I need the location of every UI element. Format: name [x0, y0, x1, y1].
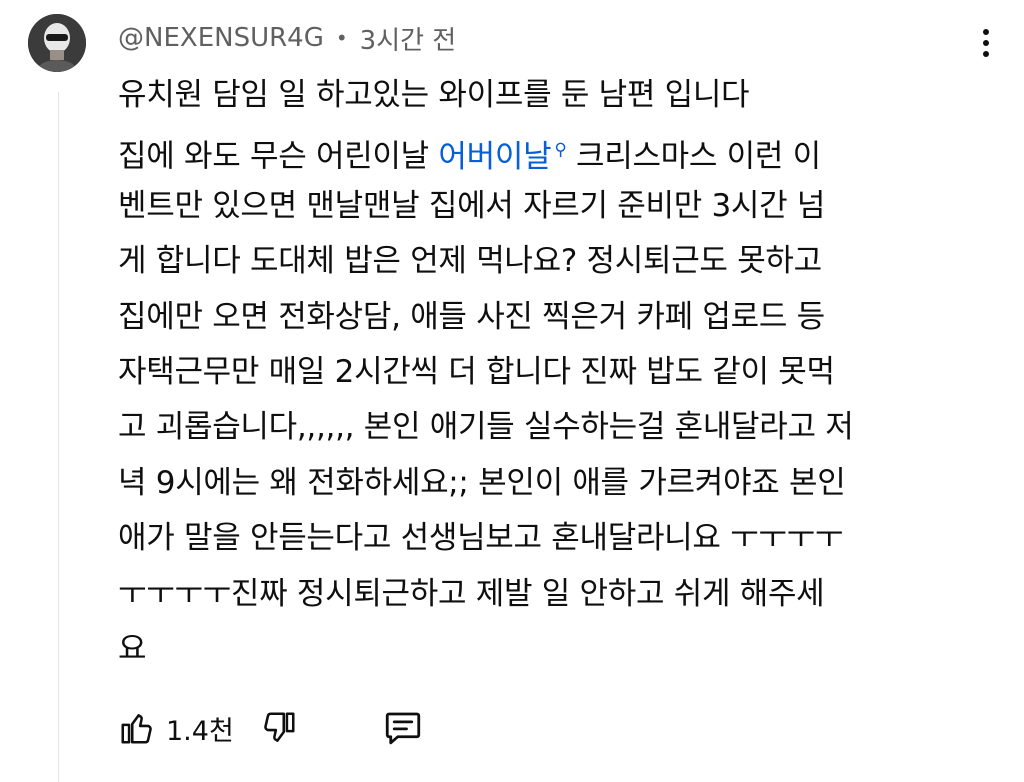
comment-line: 요 [118, 630, 147, 667]
more-vert-icon [983, 29, 989, 35]
comment-line: 게 합니다 도대체 밥은 언제 먹나요? 정시퇴근도 못하고 [118, 243, 822, 280]
comment-line: 녁 9시에는 왜 전화하세요;; 본인이 애를 가르켜야죠 본인 [118, 464, 846, 501]
comment-line: 집에만 오면 전화상담, 애들 사진 찍은거 카페 업로드 등 [118, 298, 825, 335]
more-vert-icon [983, 51, 989, 57]
thread-line [58, 92, 59, 782]
comment-line: 애가 말을 안듣는다고 선생님보고 혼내달라니요 ㅜㅜㅜㅜ [118, 520, 844, 557]
comment-line: ㅜㅜㅜㅜ진짜 정시퇴근하고 제발 일 안하고 쉬게 해주세 [118, 575, 825, 612]
thumbs-up-icon [121, 714, 152, 744]
reply-button[interactable] [382, 707, 424, 749]
search-icon: ⚲ [554, 140, 567, 161]
like-count: 1.4천 [166, 715, 234, 747]
comment-line: 유치원 담임 일 하고있는 와이프를 둔 남편 입니다 [118, 77, 750, 113]
comment-line: 고 괴롭습니다,,,,,, 본인 애기들 실수하는걸 혼내달라고 저 [118, 409, 854, 446]
author-name[interactable]: @NEXENSUR4G [118, 23, 324, 53]
thumbs-down-icon [263, 712, 295, 742]
comment-header: @NEXENSUR4G • 3시간 전 [118, 18, 456, 58]
comment-line: 벤트만 있으면 맨날맨날 집에서 자르기 준비만 3시간 넘 [118, 187, 826, 224]
like-button[interactable] [118, 708, 156, 748]
comment-time[interactable]: 3시간 전 [360, 20, 457, 57]
avatar[interactable] [28, 14, 86, 72]
comment-thread: @NEXENSUR4G • 3시간 전 유치원 담임 일 하고있는 와이프를 둔… [0, 0, 1024, 782]
reply-comment-icon [385, 712, 420, 745]
avatar-image [28, 14, 86, 72]
comment-line: 자택근무만 매일 2시간씩 더 합니다 진짜 밥도 같이 못먹 [118, 353, 835, 390]
more-options-button[interactable] [968, 22, 1004, 64]
comment-body: 유치원 담임 일 하고있는 와이프를 둔 남편 입니다 집에 와도 무슨 어린이… [118, 68, 998, 677]
dislike-button[interactable] [260, 708, 298, 748]
comment-actions: 1.4천 [118, 704, 424, 752]
more-vert-icon [983, 40, 989, 46]
separator-dot: • [335, 26, 348, 50]
comment-line: 집에 와도 무슨 어린이날 어버이날 ⚲ 크리스마스 이런 이 [118, 138, 821, 175]
hashtag-search-link[interactable]: 어버이날 ⚲ [438, 139, 566, 175]
